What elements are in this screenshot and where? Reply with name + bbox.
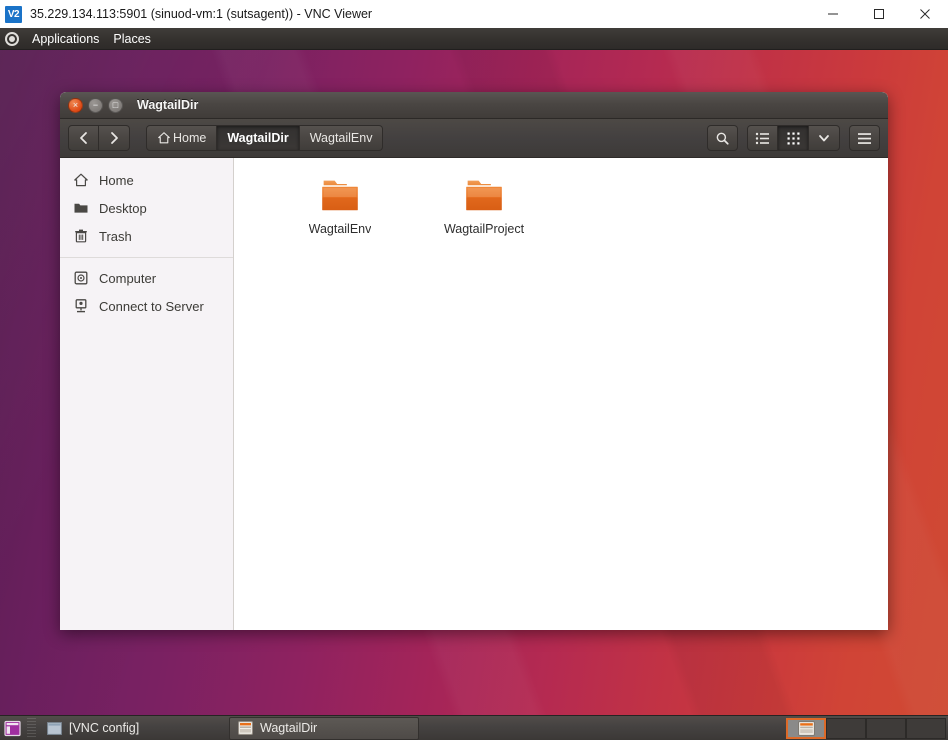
back-arrow-icon[interactable] [68,125,99,151]
task-label: [VNC config] [69,721,140,735]
file-item-wagtailenv[interactable]: WagtailEnv [268,172,412,236]
search-icon [715,131,730,146]
navigation-buttons [68,125,130,151]
file-manager-title: WagtailDir [137,98,199,112]
sidebar-separator [60,257,233,258]
ubuntu-top-panel: Applications Places [0,28,948,50]
list-view-button[interactable] [747,125,778,151]
workspace-1[interactable] [786,717,826,739]
grid-view-button[interactable] [778,125,809,151]
workspace-2[interactable] [826,717,866,739]
connect-to-server-icon [73,298,89,314]
file-manager-icon [238,721,253,735]
file-manager-titlebar[interactable]: × − □ WagtailDir [60,92,888,119]
sidebar-label-trash: Trash [99,228,132,244]
close-button[interactable] [902,0,948,28]
window-maximize-button[interactable]: □ [108,97,123,113]
taskbar-handle[interactable] [27,717,36,739]
sidebar-label-home: Home [99,172,134,188]
sidebar-item-desktop[interactable]: Desktop [60,194,233,222]
task-item-vnc-config[interactable]: [VNC config] [39,717,229,740]
sidebar-label-computer: Computer [99,270,157,286]
vnc-viewer-title: 35.229.134.113:5901 (sinuod-vm:1 (sutsag… [30,7,373,21]
task-item-wagtaildir[interactable]: WagtailDir [229,716,419,740]
minimize-button[interactable] [810,0,856,28]
menu-applications[interactable]: Applications [25,28,106,50]
maximize-button[interactable] [856,0,902,28]
trash-icon [73,228,89,244]
folder-icon [316,176,364,216]
vnc-window-controls [810,0,948,28]
home-icon [157,131,171,145]
window-close-button[interactable]: × [68,97,83,113]
file-manager-window: × − □ WagtailDir Home WagtailDir Wagtail… [60,92,888,630]
sidebar: Home Desktop Trash Computer Connect to S… [60,158,234,630]
hamburger-menu-icon [857,132,872,145]
menu-places[interactable]: Places [106,28,158,50]
breadcrumb-item-wagtaildir[interactable]: WagtailDir [217,125,300,151]
breadcrumb: Home WagtailDir WagtailEnv [146,125,384,151]
main-menu-button[interactable] [849,125,880,151]
file-manager-toolbar: Home WagtailDir WagtailEnv [60,119,888,158]
file-manager-body: Home Desktop Trash Computer Connect to S… [60,158,888,630]
sidebar-item-home[interactable]: Home [60,166,233,194]
toolbar-right-buttons [707,125,880,151]
search-button[interactable] [707,125,738,151]
ubuntu-activities-icon[interactable] [5,31,19,46]
grid-view-icon [787,132,800,145]
file-label: WagtailProject [443,222,525,236]
workspace-4[interactable] [906,717,946,739]
home-icon [73,172,89,188]
workspace-switcher[interactable] [786,717,946,740]
folder-icon [73,200,89,216]
breadcrumb-item-home[interactable]: Home [146,125,218,151]
file-item-wagtailproject[interactable]: WagtailProject [412,172,556,236]
sidebar-label-connect-to-server: Connect to Server [99,298,204,314]
sidebar-item-computer[interactable]: Computer [60,264,233,292]
computer-disk-icon [73,270,89,286]
breadcrumb-label-home: Home [173,131,207,145]
vnc-viewer-icon: V2 [5,5,22,23]
forward-arrow-icon[interactable] [99,125,130,151]
task-label: WagtailDir [260,721,318,735]
sidebar-item-connect-to-server[interactable]: Connect to Server [60,292,233,320]
screen: V2 35.229.134.113:5901 (sinuod-vm:1 (sut… [0,0,948,740]
file-label: WagtailEnv [308,222,372,236]
view-mode-group [747,125,840,151]
folder-icon [460,176,508,216]
workspace-3[interactable] [866,717,906,739]
sidebar-item-trash[interactable]: Trash [60,222,233,250]
breadcrumb-item-wagtailenv[interactable]: WagtailEnv [299,125,384,151]
chevron-down-icon [817,131,831,145]
sidebar-label-desktop: Desktop [99,200,147,216]
ubuntu-taskbar: [VNC config] WagtailDir [0,715,948,740]
view-options-button[interactable] [809,125,840,151]
window-minimize-button[interactable]: − [88,97,103,113]
list-view-icon [755,132,770,145]
window-icon [47,721,62,735]
file-grid[interactable]: WagtailEnv WagtailProject [234,158,888,630]
vnc-viewer-titlebar: V2 35.229.134.113:5901 (sinuod-vm:1 (sut… [0,0,948,29]
show-desktop-icon[interactable] [0,716,24,740]
